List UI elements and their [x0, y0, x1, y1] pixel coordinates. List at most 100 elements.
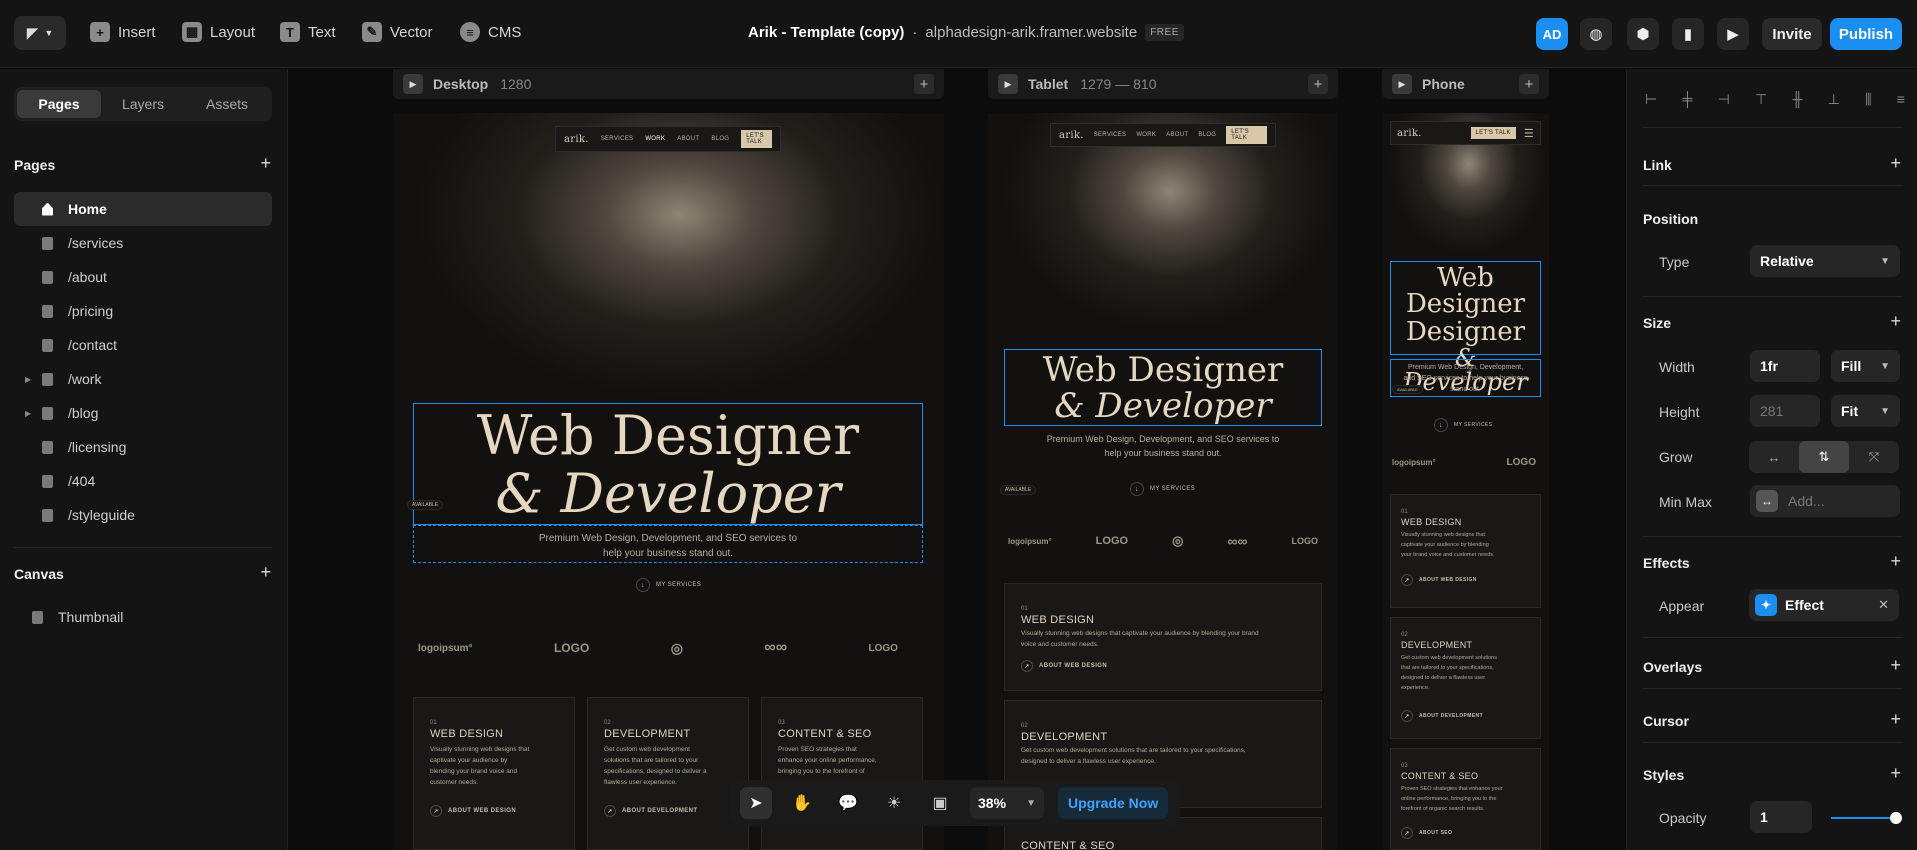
opacity-slider[interactable]: [1831, 817, 1897, 819]
height-input[interactable]: 281: [1750, 395, 1820, 427]
site-cta-button[interactable]: LET'S TALK: [1470, 127, 1516, 139]
tab-pages[interactable]: Pages: [17, 90, 101, 118]
available-badge[interactable]: AVAILABLE: [1392, 385, 1423, 394]
chevron-right-icon[interactable]: ▶: [25, 409, 31, 418]
cms-button[interactable]: ≡ CMS: [460, 22, 521, 42]
phone-frame[interactable]: arik. LET'S TALK ☰ Web Designer Designer …: [1382, 113, 1549, 850]
user-avatar[interactable]: AD: [1536, 18, 1568, 50]
play-icon[interactable]: ▶: [998, 74, 1018, 94]
site-nav[interactable]: arik. LET'S TALK ☰: [1390, 121, 1541, 145]
width-mode-select[interactable]: Fill ▼: [1831, 350, 1900, 382]
my-services-link[interactable]: ↓ MY SERVICES: [636, 578, 701, 592]
site-nav-link[interactable]: SERVICES: [1094, 132, 1127, 138]
vector-button[interactable]: ✎ Vector: [362, 22, 433, 42]
theme-sun-icon[interactable]: ☀: [878, 787, 910, 819]
service-card[interactable]: 01 WEB DESIGN Visually stunning web desi…: [1390, 494, 1541, 608]
settings-hexagon-icon[interactable]: ⬢: [1627, 18, 1659, 50]
align-bottom-icon[interactable]: ⊥: [1828, 91, 1840, 108]
service-card[interactable]: 03 CONTENT & SEO Proven SEO strategies t…: [1390, 748, 1541, 850]
select-tool-icon[interactable]: ➤: [740, 787, 772, 819]
page-item-styleguide[interactable]: /styleguide: [14, 498, 272, 532]
service-link[interactable]: ↗ ABOUT WEB DESIGN: [1021, 660, 1107, 672]
page-item-blog[interactable]: ▶ /blog: [14, 396, 272, 430]
desktop-frame[interactable]: arik. SERVICES WORK ABOUT BLOG LET'S TAL…: [393, 113, 944, 850]
align-right-icon[interactable]: ⊣: [1718, 91, 1730, 108]
align-top-icon[interactable]: ⊤: [1755, 91, 1767, 108]
service-link[interactable]: ↗ ABOUT SEO: [1401, 827, 1452, 839]
invite-button[interactable]: Invite: [1762, 18, 1822, 50]
breakpoint-header-desktop[interactable]: ▶ Desktop 1280 +: [393, 69, 944, 99]
framer-menu-button[interactable]: ◤ ▼: [14, 16, 66, 50]
page-item-pricing[interactable]: /pricing: [14, 294, 272, 328]
add-link-icon[interactable]: +: [1890, 153, 1901, 174]
tablet-frame[interactable]: arik. SERVICES WORK ABOUT BLOG LET'S TAL…: [988, 113, 1338, 850]
add-breakpoint-icon[interactable]: +: [914, 74, 934, 94]
service-link[interactable]: ↗ ABOUT DEVELOPMENT: [1401, 710, 1483, 722]
comment-icon[interactable]: 💬: [832, 787, 864, 819]
close-icon[interactable]: ✕: [1878, 597, 1889, 613]
analytics-icon[interactable]: ▮: [1672, 18, 1704, 50]
available-badge[interactable]: AVAILABLE: [407, 500, 444, 510]
text-button[interactable]: T Text: [280, 22, 336, 42]
page-item-about[interactable]: /about: [14, 260, 272, 294]
project-title-area[interactable]: Arik - Template (copy) · alphadesign-ari…: [748, 24, 1184, 41]
service-link[interactable]: ↗ ABOUT WEB DESIGN: [1401, 574, 1477, 586]
my-services-link[interactable]: ↓ MY SERVICES: [1130, 482, 1195, 496]
tab-assets[interactable]: Assets: [185, 90, 269, 118]
breakpoint-header-phone[interactable]: ▶ Phone +: [1382, 69, 1549, 99]
play-icon[interactable]: ▶: [403, 74, 423, 94]
zoom-select[interactable]: 38% ▼: [970, 787, 1044, 819]
add-effect-icon[interactable]: +: [1890, 551, 1901, 572]
minmax-input[interactable]: ↔ Add...: [1750, 485, 1900, 517]
distribute-v-icon[interactable]: ≡: [1897, 91, 1905, 108]
service-card[interactable]: 02 DEVELOPMENT Get custom web developmen…: [587, 697, 749, 850]
preview-play-icon[interactable]: ▶: [1717, 18, 1749, 50]
align-center-v-icon[interactable]: ╫: [1792, 91, 1802, 108]
site-nav[interactable]: arik. SERVICES WORK ABOUT BLOG LET'S TAL…: [1050, 123, 1276, 147]
available-badge[interactable]: AVAILABLE: [1000, 485, 1037, 495]
opacity-slider-handle[interactable]: [1890, 812, 1902, 824]
site-nav-link[interactable]: SERVICES: [601, 136, 634, 142]
globe-icon[interactable]: ◍: [1580, 18, 1612, 50]
hero-headline[interactable]: Web Designer & Developer: [413, 409, 923, 521]
service-card[interactable]: 01 WEB DESIGN Visually stunning web desi…: [1004, 583, 1322, 691]
opacity-input[interactable]: 1: [1750, 801, 1812, 833]
service-card[interactable]: 02 DEVELOPMENT Get custom web developmen…: [1390, 617, 1541, 739]
service-link[interactable]: ↗ ABOUT WEB DESIGN: [430, 805, 516, 817]
service-card[interactable]: 01 WEB DESIGN Visually stunning web desi…: [413, 697, 575, 850]
page-item-work[interactable]: ▶ /work: [14, 362, 272, 396]
site-nav-link[interactable]: ABOUT: [1166, 132, 1188, 138]
service-link[interactable]: ↗ ABOUT DEVELOPMENT: [604, 805, 697, 817]
height-mode-select[interactable]: Fit ▼: [1831, 395, 1900, 427]
page-item-services[interactable]: /services: [14, 226, 272, 260]
site-nav-link[interactable]: BLOG: [1198, 132, 1216, 138]
page-item-licensing[interactable]: /licensing: [14, 430, 272, 464]
my-services-link[interactable]: ↓ MY SERVICES: [1434, 418, 1492, 432]
canvas-item-thumbnail[interactable]: Thumbnail: [4, 600, 262, 634]
upgrade-now-button[interactable]: Upgrade Now: [1058, 787, 1169, 819]
layout-button[interactable]: ▦ Layout: [182, 22, 255, 42]
add-style-icon[interactable]: +: [1890, 763, 1901, 784]
site-nav[interactable]: arik. SERVICES WORK ABOUT BLOG LET'S TAL…: [555, 126, 781, 152]
design-canvas[interactable]: ▶ Desktop 1280 + ▶ Tablet 1279 — 810 + ▶…: [289, 69, 1625, 850]
add-overlay-icon[interactable]: +: [1890, 655, 1901, 676]
add-breakpoint-icon[interactable]: +: [1519, 74, 1539, 94]
chevron-right-icon[interactable]: ▶: [25, 375, 31, 384]
page-item-contact[interactable]: /contact: [14, 328, 272, 362]
grow-both-icon[interactable]: ⤧: [1849, 441, 1899, 473]
position-type-select[interactable]: Relative ▼: [1750, 245, 1900, 277]
site-nav-link[interactable]: WORK: [645, 136, 665, 142]
publish-button[interactable]: Publish: [1830, 18, 1902, 50]
site-cta-button[interactable]: LET'S TALK: [741, 130, 772, 148]
page-item-404[interactable]: /404: [14, 464, 272, 498]
hero-headline[interactable]: Web Designer & Developer: [1004, 353, 1322, 423]
service-card[interactable]: 03 CONTENT & SEO Proven SEO strategies t…: [761, 697, 923, 850]
hand-tool-icon[interactable]: ✋: [786, 787, 818, 819]
align-left-icon[interactable]: ⊢: [1645, 91, 1657, 108]
distribute-h-icon[interactable]: ⫼: [1865, 91, 1871, 108]
play-icon[interactable]: ▶: [1392, 74, 1412, 94]
page-item-home[interactable]: Home: [14, 192, 272, 226]
site-cta-button[interactable]: LET'S TALK: [1226, 126, 1267, 144]
add-size-icon[interactable]: +: [1890, 311, 1901, 332]
insert-button[interactable]: + Insert: [90, 22, 156, 42]
